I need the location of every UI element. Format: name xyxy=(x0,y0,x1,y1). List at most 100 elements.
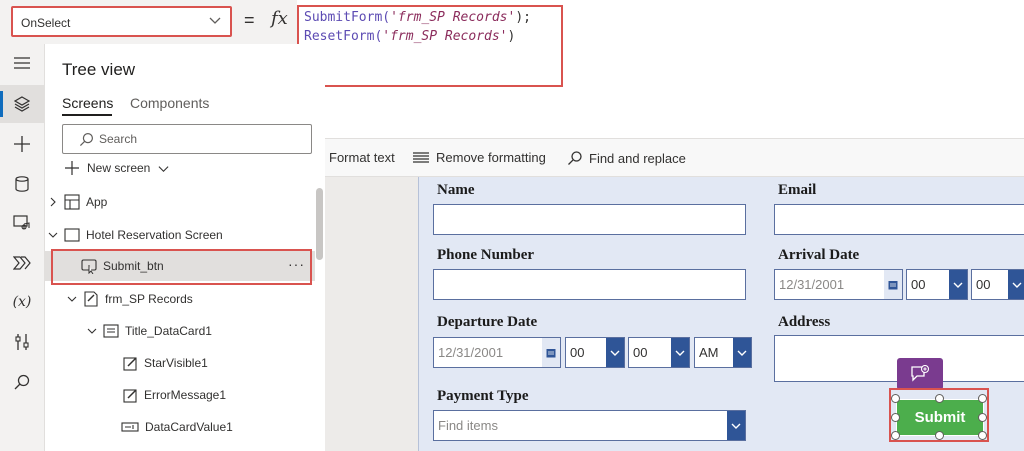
chevron-down-icon[interactable] xyxy=(671,338,689,367)
tree-item-app[interactable]: App xyxy=(45,187,315,217)
search-icon xyxy=(14,374,30,390)
arrival-hour-dropdown[interactable]: 00 xyxy=(906,269,968,300)
chevron-right-icon xyxy=(50,197,56,207)
screen-icon xyxy=(64,228,80,242)
resize-handle[interactable] xyxy=(978,431,987,440)
arrival-date-picker[interactable]: 12/31/2001 xyxy=(774,269,903,300)
property-value: OnSelect xyxy=(21,16,71,30)
calendar-icon[interactable] xyxy=(884,270,902,299)
layers-icon xyxy=(14,96,30,112)
datacard-icon xyxy=(103,324,119,338)
chevron-down-icon[interactable] xyxy=(727,411,745,440)
hamburger-icon xyxy=(14,57,30,69)
label-phone: Phone Number xyxy=(437,247,535,263)
departure-hour-dropdown[interactable]: 00 xyxy=(565,337,625,368)
resize-handle[interactable] xyxy=(935,394,944,403)
plus-icon xyxy=(65,161,79,175)
label-address: Address xyxy=(778,314,831,330)
database-icon xyxy=(15,176,29,192)
formula-line-1: SubmitForm('frm_SP Records'); xyxy=(304,10,531,25)
resize-handle[interactable] xyxy=(891,413,900,422)
tree-item-screen[interactable]: Hotel Reservation Screen xyxy=(45,220,315,250)
remove-formatting-icon xyxy=(413,151,429,163)
formula-line-2: ResetForm('frm_SP Records') xyxy=(304,29,516,44)
tree-search-box[interactable] xyxy=(62,124,312,154)
comment-button[interactable] xyxy=(897,358,943,390)
label-edit-icon xyxy=(123,356,137,371)
resize-handle[interactable] xyxy=(935,431,944,440)
label-payment: Payment Type xyxy=(437,388,529,404)
departure-ampm-dropdown[interactable]: AM xyxy=(694,337,752,368)
tree-item-form[interactable]: frm_SP Records xyxy=(45,284,315,314)
canvas: Name Email Phone Number Arrival Date 12/… xyxy=(325,177,1024,451)
tab-screens[interactable]: Screens xyxy=(62,95,113,111)
tools-button[interactable] xyxy=(0,323,44,361)
chevron-down-icon xyxy=(48,232,58,238)
power-automate-button[interactable] xyxy=(0,244,44,282)
remove-formatting-button[interactable]: Remove formatting xyxy=(412,150,546,165)
label-edit-icon xyxy=(123,388,137,403)
label-name: Name xyxy=(437,182,475,198)
chevron-down-icon xyxy=(209,17,221,24)
media-button[interactable] xyxy=(0,204,44,242)
equals-sign: = xyxy=(244,10,255,30)
variables-icon: (x) xyxy=(12,294,32,310)
chevron-down-icon[interactable] xyxy=(1008,270,1024,299)
plus-icon xyxy=(14,136,30,152)
tree-search-input[interactable] xyxy=(99,130,299,148)
insert-button[interactable] xyxy=(0,125,44,163)
find-replace-button[interactable]: Find and replace xyxy=(567,150,686,166)
chevron-down-icon[interactable] xyxy=(949,270,967,299)
search-icon xyxy=(568,151,582,165)
arrival-minute-dropdown[interactable]: 00 xyxy=(971,269,1024,300)
name-input[interactable] xyxy=(433,204,746,235)
selection-highlight xyxy=(51,249,312,285)
tree-scrollbar[interactable] xyxy=(316,188,323,260)
formula-toolbar: Format text Remove formatting Find and r… xyxy=(297,138,1024,176)
label-departure: Departure Date xyxy=(437,314,538,330)
data-button[interactable] xyxy=(0,165,44,203)
tools-icon xyxy=(15,334,29,350)
label-email: Email xyxy=(778,182,817,198)
hamburger-button[interactable] xyxy=(0,44,44,82)
form-icon xyxy=(84,291,98,307)
calendar-icon[interactable] xyxy=(542,338,560,367)
left-rail: (x) xyxy=(0,44,44,451)
resize-handle[interactable] xyxy=(891,394,900,403)
comment-add-icon xyxy=(911,365,930,382)
formula-bar[interactable]: SubmitForm('frm_SP Records'); ResetForm(… xyxy=(297,0,1024,177)
tree-item-textinput[interactable]: DataCardValue1 xyxy=(45,412,315,442)
new-screen-button[interactable]: New screen xyxy=(65,161,169,175)
text-input-icon xyxy=(121,422,139,432)
resize-handle[interactable] xyxy=(978,394,987,403)
tab-components[interactable]: Components xyxy=(130,95,209,111)
fx-icon: fx xyxy=(271,8,288,29)
formula-highlight[interactable]: SubmitForm('frm_SP Records'); ResetForm(… xyxy=(297,5,563,87)
search-rail-button[interactable] xyxy=(0,363,44,401)
tree-view-button[interactable] xyxy=(0,85,44,123)
chevron-down-icon[interactable] xyxy=(606,338,624,367)
property-dropdown[interactable]: OnSelect xyxy=(11,6,232,37)
media-icon xyxy=(13,215,30,230)
chevron-down-icon[interactable] xyxy=(733,338,751,367)
departure-date-picker[interactable]: 12/31/2001 xyxy=(433,337,561,368)
tree-item-label[interactable]: ErrorMessage1 xyxy=(45,380,315,410)
email-input[interactable] xyxy=(774,204,1024,235)
chevron-down-icon xyxy=(87,328,97,334)
resize-handle[interactable] xyxy=(978,413,987,422)
tab-underline xyxy=(62,114,112,116)
chevron-down-icon xyxy=(67,296,77,302)
phone-input[interactable] xyxy=(433,269,746,300)
resize-handle[interactable] xyxy=(891,431,900,440)
tree-view-panel: Tree view Screens Components New screen … xyxy=(44,44,325,451)
search-icon xyxy=(79,132,94,147)
variables-button[interactable]: (x) xyxy=(0,283,44,321)
chevron-down-icon xyxy=(158,165,169,172)
departure-minute-dropdown[interactable]: 00 xyxy=(628,337,690,368)
tree-view-title: Tree view xyxy=(62,60,136,79)
flow-icon xyxy=(13,256,31,270)
tree-item-datacard[interactable]: Title_DataCard1 xyxy=(45,316,315,346)
payment-type-combobox[interactable]: Find items xyxy=(433,410,746,441)
label-arrival: Arrival Date xyxy=(778,247,860,263)
tree-item-label[interactable]: StarVisible1 xyxy=(45,348,315,378)
